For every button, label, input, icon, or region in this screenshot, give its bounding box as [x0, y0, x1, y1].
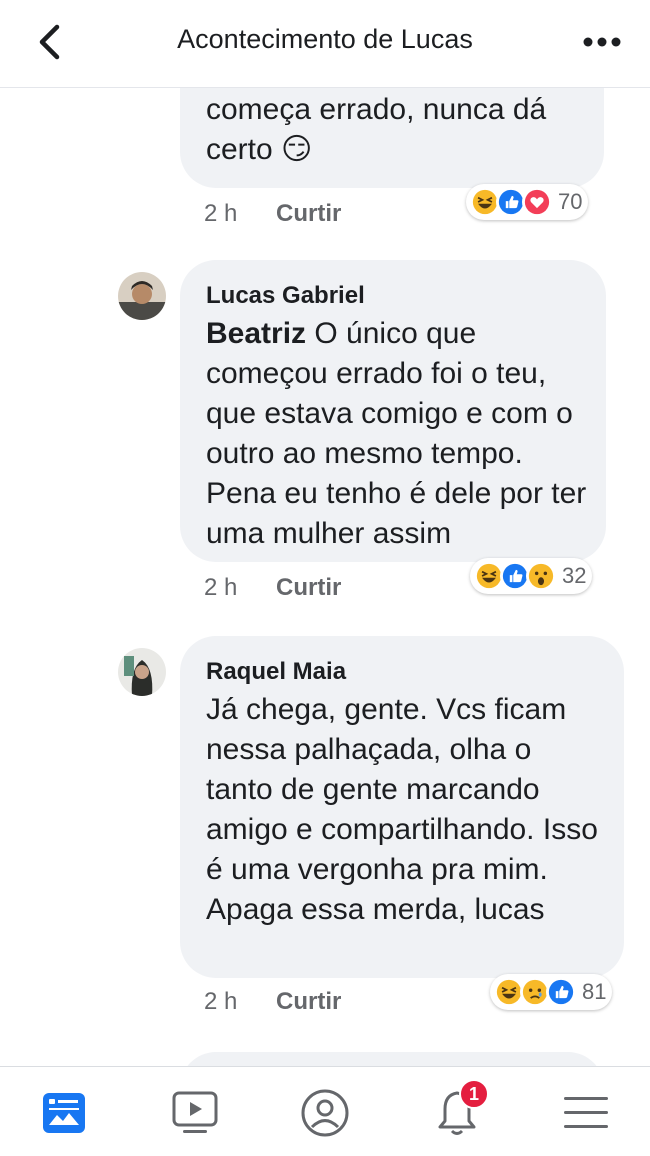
top-bar: Acontecimento de Lucas [0, 0, 650, 88]
comment-meta: 2 h Curtir [204, 574, 341, 602]
tab-news-feed[interactable] [34, 1085, 94, 1141]
reaction-count: 81 [582, 979, 607, 1004]
watch-icon [172, 1091, 218, 1133]
comment-text: começa errado, nunca dá certo 😏 [206, 93, 547, 166]
user-photo-icon [118, 648, 166, 696]
wow-reaction-icon [526, 561, 556, 591]
reaction-count: 70 [558, 189, 583, 214]
more-options-button[interactable] [576, 24, 628, 60]
like-reaction-icon [546, 977, 576, 1007]
reactions-summary[interactable]: 70 [466, 184, 589, 220]
bottom-tab-bar: 1 [0, 1066, 650, 1156]
avatar[interactable] [118, 272, 166, 320]
profile-icon [301, 1089, 349, 1137]
tab-menu[interactable] [556, 1085, 616, 1141]
comment-time: 2 h [204, 200, 238, 227]
comment-meta: 2 h Curtir [204, 988, 341, 1016]
page-title: Acontecimento de Lucas [177, 24, 473, 54]
comment-text: Já chega, gente. Vcs ficam nessa palhaça… [206, 693, 598, 926]
comment-text: Beatriz O único que começou errado foi o… [206, 317, 587, 550]
news-feed-icon [43, 1093, 85, 1133]
reactions-summary[interactable]: 81 [490, 974, 613, 1010]
mention-link[interactable]: Beatriz [206, 317, 306, 350]
comment-author[interactable]: Raquel Maia [206, 658, 346, 686]
tab-watch[interactable] [165, 1085, 225, 1141]
like-button[interactable]: Curtir [276, 574, 341, 601]
user-photo-icon [118, 272, 166, 320]
comments-feed[interactable]: começa errado, nunca dá certo 😏 2 h Curt… [0, 88, 650, 1066]
comment-time: 2 h [204, 574, 238, 601]
comment-bubble[interactable]: Lucas Gabriel Beatriz O único que começo… [180, 260, 606, 562]
comment-bubble[interactable]: Raquel Maia Já chega, gente. Vcs ficam n… [180, 636, 624, 978]
like-button[interactable]: Curtir [276, 200, 341, 227]
comment-author[interactable]: Lucas Gabriel [206, 282, 365, 310]
tab-profile[interactable] [295, 1085, 355, 1141]
notifications-badge: 1 [459, 1079, 489, 1109]
comment-bubble[interactable]: começa errado, nunca dá certo 😏 [180, 88, 604, 188]
comment-bubble[interactable] [180, 1052, 604, 1066]
love-reaction-icon [522, 187, 552, 217]
like-button[interactable]: Curtir [276, 988, 341, 1015]
tab-notifications[interactable]: 1 [427, 1079, 489, 1141]
avatar[interactable] [118, 648, 166, 696]
menu-icon [564, 1097, 608, 1128]
more-horizontal-icon [583, 37, 621, 47]
comment-time: 2 h [204, 988, 238, 1015]
comment-meta: 2 h Curtir [204, 200, 341, 228]
reaction-count: 32 [562, 563, 587, 588]
reactions-summary[interactable]: 32 [470, 558, 593, 594]
